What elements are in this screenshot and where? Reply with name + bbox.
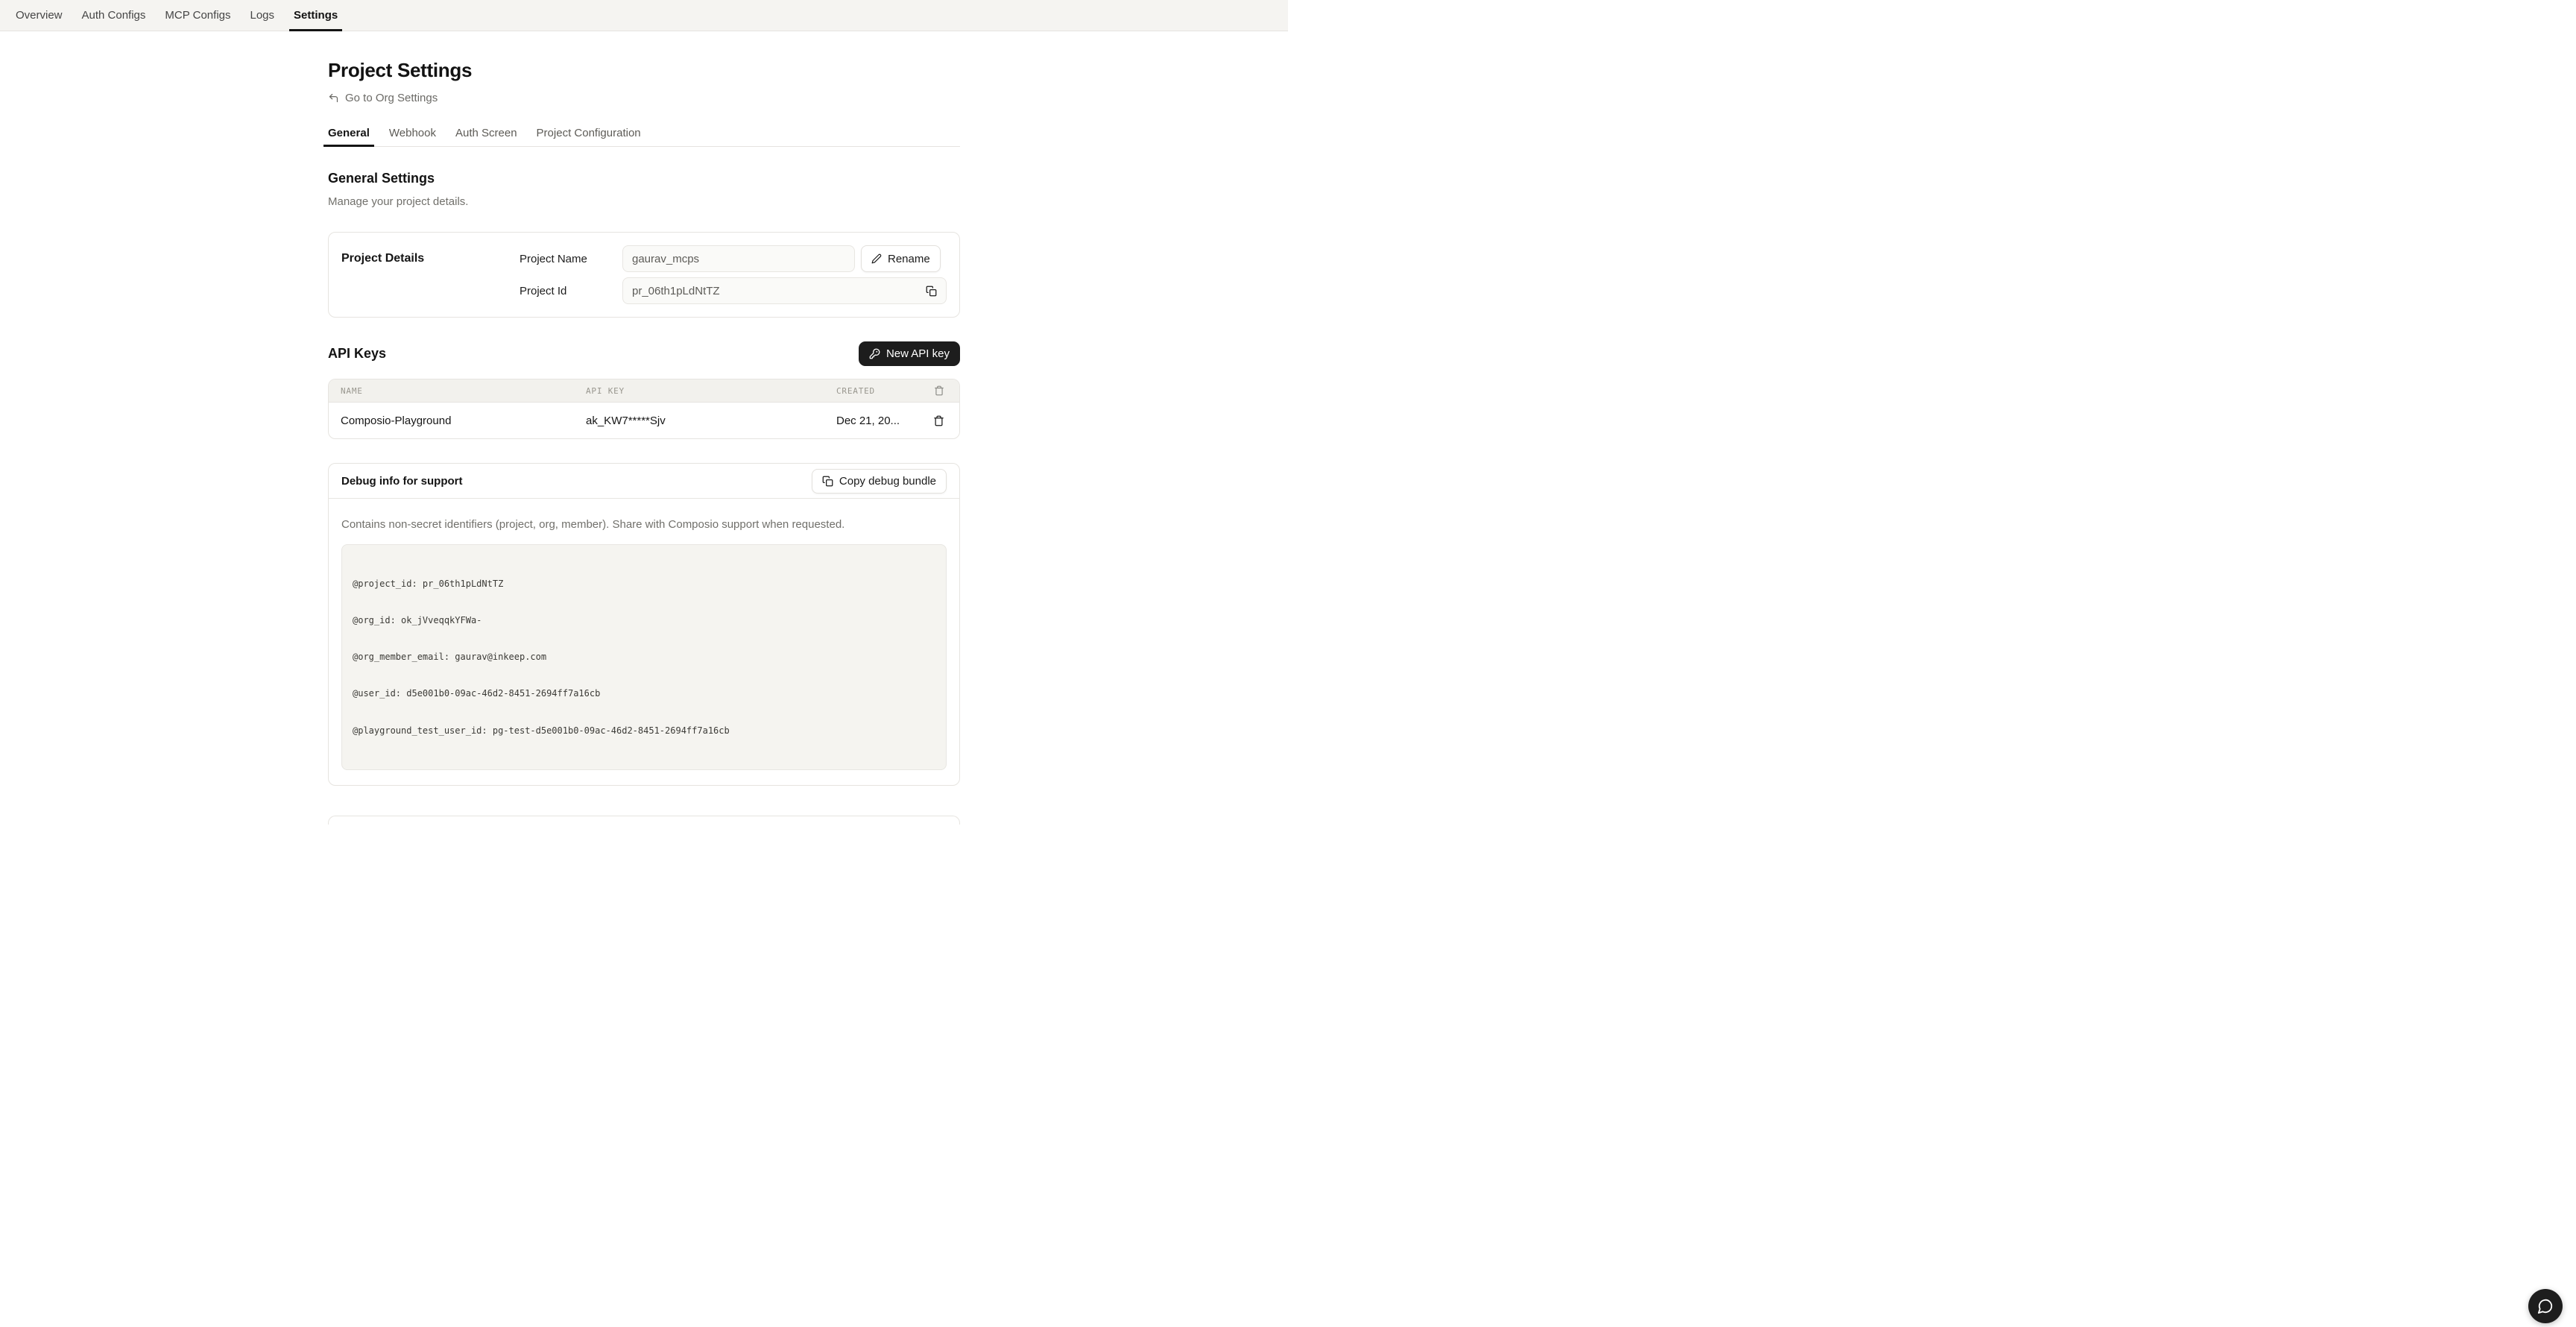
delete-api-key-button[interactable] xyxy=(933,415,944,426)
trash-icon xyxy=(934,385,944,396)
project-details-title: Project Details xyxy=(341,245,520,304)
rename-button-label: Rename xyxy=(888,253,930,265)
nav-tab-overview[interactable]: Overview xyxy=(11,0,67,31)
code-line: @user_id: d5e001b0-09ac-46d2-8451-2694ff… xyxy=(353,687,935,699)
top-navigation: Overview Auth Configs MCP Configs Logs S… xyxy=(0,0,1288,31)
code-line: @org_member_email: gaurav@inkeep.com xyxy=(353,651,935,663)
debug-card-title: Debug info for support xyxy=(341,475,462,488)
copy-debug-bundle-label: Copy debug bundle xyxy=(839,475,936,488)
next-section-card-partial xyxy=(328,816,960,825)
api-key-name: Composio-Playground xyxy=(329,415,586,427)
api-keys-table: NAME API KEY CREATED Composio-Playground… xyxy=(328,379,960,439)
go-to-org-settings-link[interactable]: Go to Org Settings xyxy=(328,92,438,104)
api-keys-title: API Keys xyxy=(328,346,386,362)
api-key-created: Dec 21, 20... xyxy=(836,415,918,427)
chat-button[interactable] xyxy=(2528,1289,2563,1323)
tab-general[interactable]: General xyxy=(323,127,374,146)
copy-project-id-button[interactable] xyxy=(926,286,937,297)
main-content: Project Settings Go to Org Settings Gene… xyxy=(328,58,960,825)
new-api-key-button[interactable]: New API key xyxy=(859,341,960,366)
back-link-label: Go to Org Settings xyxy=(345,92,438,104)
code-line: @playground_test_user_id: pg-test-d5e001… xyxy=(353,725,935,737)
code-line: @org_id: ok_jVveqqkYFWa- xyxy=(353,614,935,626)
copy-icon xyxy=(822,476,833,487)
chat-bubble-icon xyxy=(2537,1298,2554,1314)
api-key-value: ak_KW7*****Sjv xyxy=(586,415,836,427)
debug-card-body: Contains non-secret identifiers (project… xyxy=(329,499,959,785)
column-header-api-key: API KEY xyxy=(586,386,836,396)
project-details-card: Project Details Project Name Rename Proj… xyxy=(328,232,960,318)
code-line: @project_id: pr_06th1pLdNtTZ xyxy=(353,578,935,590)
pencil-icon xyxy=(871,253,882,264)
project-id-label: Project Id xyxy=(520,285,622,297)
project-name-label: Project Name xyxy=(520,253,622,265)
api-keys-header: API Keys New API key xyxy=(328,341,960,366)
project-name-input[interactable] xyxy=(622,245,855,272)
nav-tab-logs[interactable]: Logs xyxy=(246,0,280,31)
nav-tab-settings[interactable]: Settings xyxy=(289,0,342,31)
table-row: Composio-Playground ak_KW7*****Sjv Dec 2… xyxy=(329,403,959,438)
rename-button[interactable]: Rename xyxy=(861,245,941,272)
settings-tabs: General Webhook Auth Screen Project Conf… xyxy=(323,127,960,147)
debug-code-block: @project_id: pr_06th1pLdNtTZ @org_id: ok… xyxy=(341,544,947,770)
general-settings-title: General Settings xyxy=(328,171,960,186)
tab-webhook[interactable]: Webhook xyxy=(385,127,441,146)
debug-info-card: Debug info for support Copy debug bundle… xyxy=(328,463,960,786)
new-api-key-label: New API key xyxy=(886,347,950,360)
page-title: Project Settings xyxy=(328,58,960,82)
table-header-row: NAME API KEY CREATED xyxy=(329,379,959,403)
debug-description: Contains non-secret identifiers (project… xyxy=(341,518,947,531)
project-id-row: Project Id pr_06th1pLdNtTZ xyxy=(520,277,947,304)
key-icon xyxy=(869,348,880,359)
project-details-form: Project Name Rename Project Id pr_06th1p… xyxy=(520,245,947,304)
corner-up-left-icon xyxy=(328,92,339,104)
nav-tab-mcp-configs[interactable]: MCP Configs xyxy=(160,0,235,31)
copy-debug-bundle-button[interactable]: Copy debug bundle xyxy=(812,469,947,494)
general-settings-subtitle: Manage your project details. xyxy=(328,195,960,208)
trash-icon xyxy=(933,415,944,426)
column-header-name: NAME xyxy=(329,386,586,396)
nav-tab-auth-configs[interactable]: Auth Configs xyxy=(78,0,151,31)
project-id-field: pr_06th1pLdNtTZ xyxy=(622,277,947,304)
tab-auth-screen[interactable]: Auth Screen xyxy=(451,127,522,146)
tab-project-configuration[interactable]: Project Configuration xyxy=(532,127,645,146)
copy-icon xyxy=(926,286,937,297)
debug-card-header: Debug info for support Copy debug bundle xyxy=(329,464,959,499)
column-header-created: CREATED xyxy=(836,386,918,396)
project-id-value: pr_06th1pLdNtTZ xyxy=(632,285,720,297)
project-name-row: Project Name Rename xyxy=(520,245,947,272)
